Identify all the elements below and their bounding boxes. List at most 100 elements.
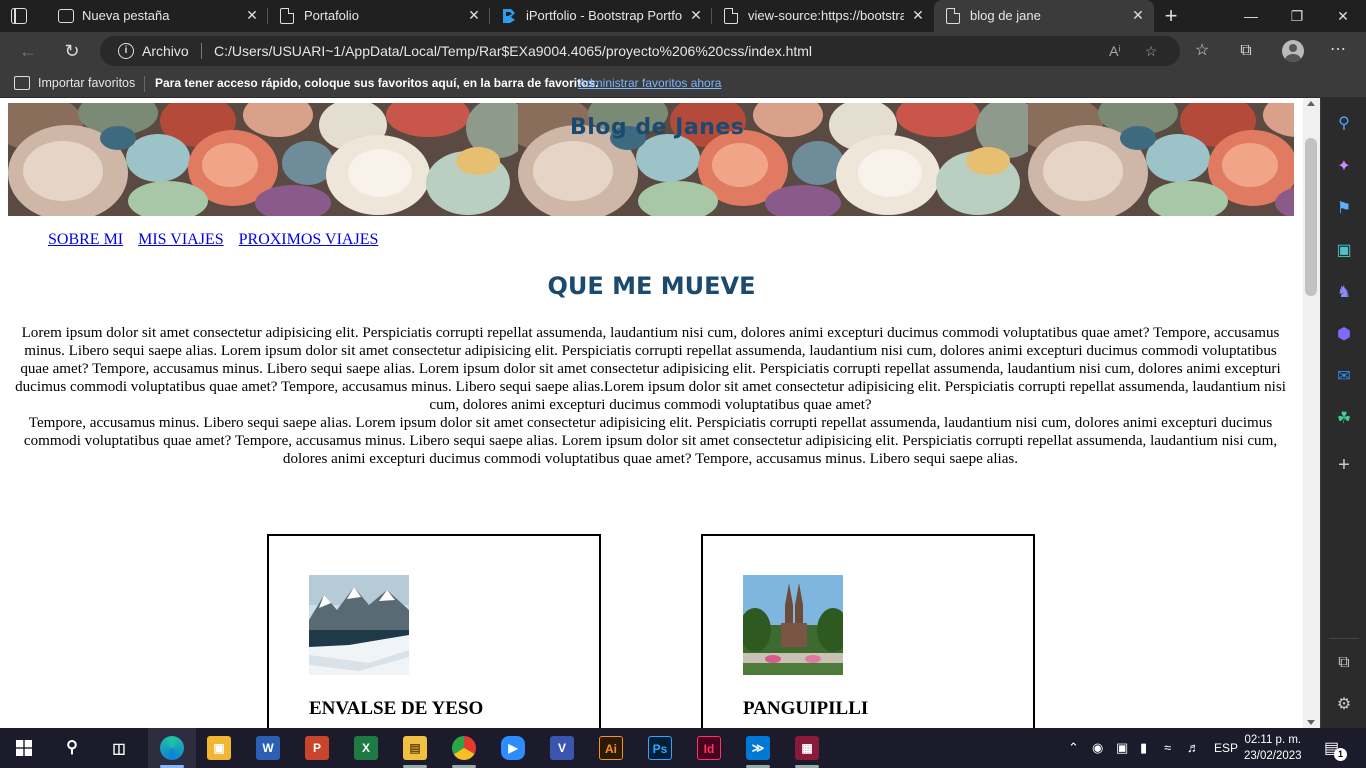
favorites-hint: Para tener acceso rápido, coloque sus fa…	[155, 76, 599, 90]
address-bar[interactable]: i Archivo C:/Users/USUARI~1/AppData/Loca…	[100, 36, 1180, 66]
zoom-icon[interactable]: ▶	[501, 736, 525, 760]
store-icon[interactable]: ▣	[207, 736, 231, 760]
nav-link-sobre-mi[interactable]: SOBRE MI	[48, 231, 123, 248]
wifi-icon[interactable]: ≈	[1164, 740, 1171, 755]
read-aloud-icon[interactable]: Aⁱ	[1105, 41, 1125, 61]
outlook-icon[interactable]: ✉	[1333, 366, 1355, 388]
tab-title: blog de jane	[970, 8, 1041, 23]
battery-icon[interactable]: ▮	[1140, 740, 1147, 756]
refresh-button[interactable]: ↻	[60, 39, 84, 63]
church-photo	[743, 575, 843, 675]
add-icon[interactable]: +	[1333, 454, 1355, 476]
manage-favorites-link[interactable]: Administrar favoritos ahora	[578, 76, 721, 90]
clock[interactable]: 02:11 p. m. 23/02/2023	[1244, 732, 1302, 764]
drop-icon[interactable]: ☘	[1333, 408, 1355, 430]
indesign-icon[interactable]: Id	[697, 736, 721, 760]
close-icon[interactable]: ✕	[910, 7, 926, 23]
task-view-icon[interactable]: ◫	[107, 736, 131, 760]
mountain-lake-photo	[309, 575, 409, 675]
new-tab-page-icon	[58, 9, 74, 23]
settings-icon[interactable]: ⚙	[1333, 694, 1355, 716]
origin-label[interactable]: Archivo	[142, 43, 189, 59]
page-heading: QUE ME MUEVE	[547, 272, 756, 300]
page-scrollbar[interactable]	[1303, 98, 1320, 728]
meet-icon[interactable]: ◉	[1092, 740, 1103, 756]
collections-icon[interactable]: ⧉	[1235, 40, 1257, 62]
winrar-icon[interactable]: ▦	[795, 736, 819, 760]
card-title: PANGUIPILLI	[743, 698, 869, 719]
close-icon[interactable]: ✕	[688, 7, 704, 23]
excel-icon[interactable]: X	[354, 736, 378, 760]
more-options-icon[interactable]: ⋯	[1327, 39, 1349, 61]
language-indicator[interactable]: ESP	[1214, 741, 1238, 755]
illustrator-icon[interactable]: Ai	[599, 736, 623, 760]
import-icon	[14, 76, 30, 90]
minimize-button[interactable]: —	[1228, 0, 1274, 32]
scroll-up-arrow[interactable]	[1307, 101, 1315, 106]
word-icon[interactable]: W	[256, 736, 280, 760]
profile-avatar[interactable]	[1282, 40, 1304, 62]
tab-portafolio[interactable]: Portafolio ✕	[268, 0, 490, 32]
back-button[interactable]: ←	[16, 39, 40, 63]
search-icon[interactable]: ⚲	[1333, 113, 1355, 135]
hide-sidebar-icon[interactable]: ⧉	[1333, 652, 1355, 674]
discover-icon[interactable]: ✦	[1333, 156, 1355, 178]
tab-view-source[interactable]: view-source:https://bootstrap ✕	[712, 0, 934, 32]
windows-taskbar: ⚲ ◫ ▣ W P X ▤ ▶ V Ai Ps Id ≫ ▦ ⌃ ◉ ▣ ▮ ≈…	[0, 728, 1366, 768]
notification-badge: 1	[1334, 748, 1347, 761]
tab-title: view-source:https://bootstrap	[748, 8, 904, 23]
tab-iportfolio[interactable]: iPortfolio - Bootstrap Portfolio ✕	[490, 0, 712, 32]
tab-title: Portafolio	[304, 8, 359, 23]
import-favorites-button[interactable]: Importar favoritos	[38, 76, 135, 90]
vscode-icon[interactable]: ≫	[746, 736, 770, 760]
close-icon[interactable]: ✕	[1130, 7, 1146, 23]
edge-icon[interactable]	[160, 736, 184, 760]
trip-card: PANGUIPILLI	[701, 534, 1035, 728]
scroll-down-arrow[interactable]	[1307, 720, 1315, 725]
tab-blog-de-jane[interactable]: blog de jane ✕	[934, 0, 1154, 32]
tools-icon[interactable]: ▣	[1333, 240, 1355, 262]
shopping-tag-icon[interactable]: ⚑	[1333, 198, 1355, 220]
restore-button[interactable]: ❐	[1274, 0, 1320, 32]
tab-title: iPortfolio - Bootstrap Portfolio	[526, 8, 682, 23]
add-favorite-icon[interactable]: ☆	[1141, 41, 1161, 61]
volume-icon[interactable]: ♬	[1187, 740, 1200, 755]
close-icon[interactable]: ✕	[466, 7, 482, 23]
network-adapter-icon[interactable]: ▣	[1116, 740, 1128, 756]
document-icon	[280, 8, 294, 24]
favorites-icon[interactable]: ☆	[1191, 40, 1213, 62]
document-icon	[724, 8, 738, 24]
show-hidden-icons-icon[interactable]: ⌃	[1068, 740, 1079, 756]
photoshop-icon[interactable]: Ps	[648, 736, 672, 760]
file-explorer-icon[interactable]: ▤	[403, 736, 427, 760]
tab-strip: Nueva pestaña ✕ Portafolio ✕ iPortfolio …	[0, 0, 1366, 32]
url-text[interactable]: C:/Users/USUARI~1/AppData/Local/Temp/Rar…	[214, 43, 812, 59]
info-icon[interactable]: i	[118, 43, 134, 59]
scroll-thumb[interactable]	[1305, 138, 1317, 296]
page-viewport: Blog de Janes SOBRE MI MIS VIAJES PROXIM…	[0, 98, 1303, 728]
bootstrapmade-icon	[503, 9, 515, 23]
close-window-button[interactable]: ✕	[1320, 0, 1366, 32]
card-title: ENVALSE DE YESO	[309, 698, 484, 719]
office-icon[interactable]: ⬢	[1333, 324, 1355, 346]
tab-title: Nueva pestaña	[82, 8, 170, 23]
nav-link-proximos-viajes[interactable]: PROXIMOS VIAJES	[239, 231, 379, 248]
paragraph: Lorem ipsum dolor sit amet consectetur a…	[15, 325, 1286, 413]
games-icon[interactable]: ♞	[1333, 282, 1355, 304]
site-nav: SOBRE MI MIS VIAJES PROXIMOS VIAJES	[48, 231, 389, 249]
browser-toolbar: ← ↻ i Archivo C:/Users/USUARI~1/AppData/…	[0, 32, 1366, 70]
new-tab-button[interactable]: +	[1160, 5, 1182, 28]
tab-actions-icon[interactable]	[10, 7, 28, 25]
search-icon[interactable]: ⚲	[60, 736, 84, 760]
tab-nueva-pestana[interactable]: Nueva pestaña ✕	[46, 0, 268, 32]
chrome-icon[interactable]	[452, 736, 476, 760]
clock-date: 23/02/2023	[1244, 750, 1302, 762]
close-icon[interactable]: ✕	[244, 7, 260, 23]
favorites-bar: Importar favoritos Para tener acceso ráp…	[0, 70, 1366, 98]
powerpoint-icon[interactable]: P	[305, 736, 329, 760]
windows-start-icon[interactable]	[16, 740, 32, 756]
paragraph: Tempore, accusamus minus. Libero sequi s…	[23, 415, 1278, 467]
trip-card: ENVALSE DE YESO	[267, 534, 601, 728]
nav-link-mis-viajes[interactable]: MIS VIAJES	[138, 231, 224, 248]
visio-icon[interactable]: V	[550, 736, 574, 760]
